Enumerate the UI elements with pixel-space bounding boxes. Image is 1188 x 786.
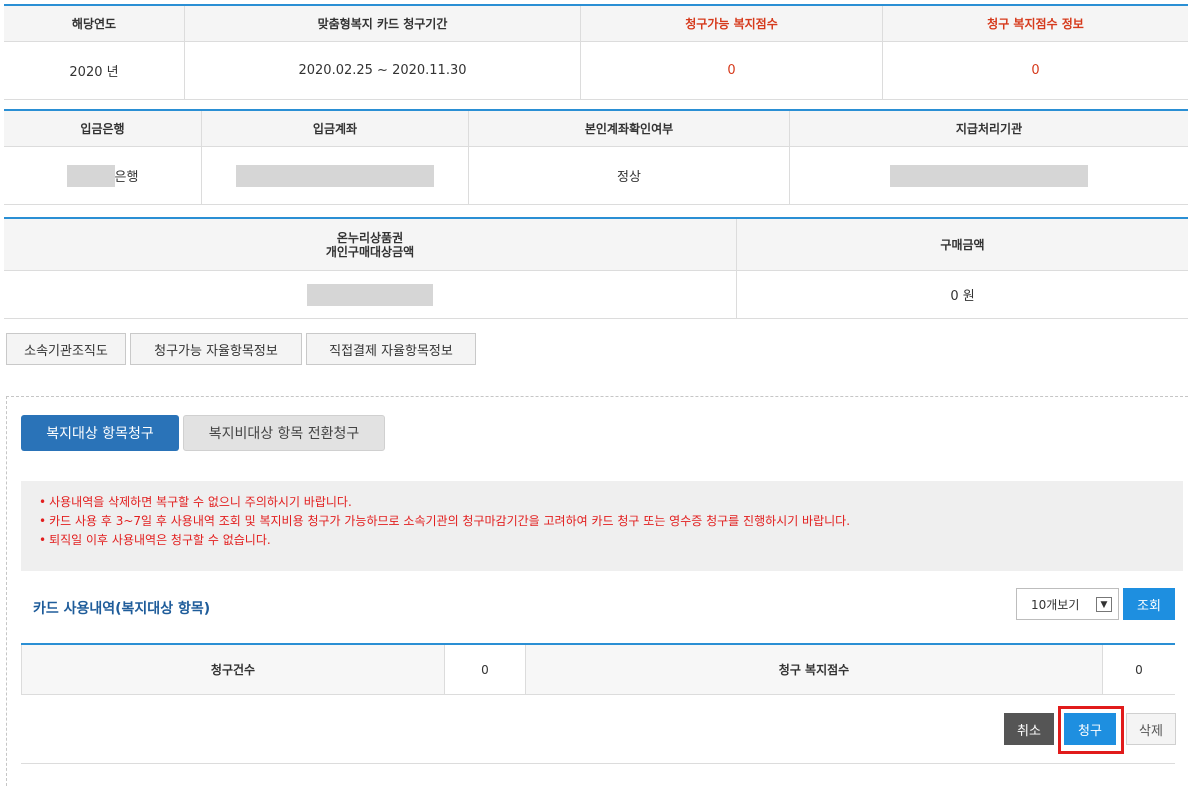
delete-button[interactable]: 삭제 <box>1126 713 1176 745</box>
header-claim-points-info: 청구 복지점수 정보 <box>987 17 1084 31</box>
voucher-table: 온누리상품권 개인구매대상금액 구매금액 0 원 <box>4 217 1188 319</box>
notice-box: • 사용내역을 삭제하면 복구할 수 없으니 주의하시기 바랍니다. • 카드 사용… <box>21 481 1183 571</box>
claim-summary-table: 청구건수 0 청구 복지점수 0 <box>21 643 1175 695</box>
header-claimable-points: 청구가능 복지점수 <box>581 6 883 41</box>
value-claim-period: 2020.02.25 ~ 2020.11.30 <box>185 42 581 99</box>
header-voucher-target: 온누리상품권 개인구매대상금액 <box>4 219 737 270</box>
claim-count-label: 청구건수 <box>21 645 445 694</box>
search-button[interactable]: 조회 <box>1123 588 1175 620</box>
masked-voucher-amount <box>307 283 433 306</box>
tab-welfare-items[interactable]: 복지대상 항목청구 <box>21 415 179 451</box>
header-account: 입금계좌 <box>202 111 469 146</box>
masked-bank-name <box>66 164 115 187</box>
claim-panel: 복지대상 항목청구 복지비대상 항목 전환청구 • 사용내역을 삭제하면 복구할 … <box>6 396 1188 786</box>
value-account-verification: 정상 <box>469 147 790 204</box>
header-year: 해당연도 <box>4 6 185 41</box>
claim-points-value: 0 <box>1135 662 1143 677</box>
bank-suffix: 은행 <box>114 170 139 185</box>
divider <box>21 763 1175 764</box>
value-payment-agency <box>790 147 1188 204</box>
header-account-verification: 본인계좌확인여부 <box>469 111 790 146</box>
account-table: 입금은행 입금계좌 본인계좌확인여부 지급처리기관 은행 정상 <box>4 109 1188 205</box>
value-bank: 은행 <box>4 147 202 204</box>
tab-non-welfare-items[interactable]: 복지비대상 항목 전환청구 <box>183 415 385 451</box>
masked-payment-agency <box>890 164 1088 187</box>
claim-button-highlight <box>1058 706 1124 754</box>
header-voucher-line2: 개인구매대상금액 <box>325 244 415 259</box>
page-size-select[interactable]: 10개보기 ▼ <box>1016 588 1119 620</box>
period-table: 해당연도 맞춤형복지 카드 청구기간 청구가능 복지점수 청구 복지점수 정보 … <box>4 4 1188 100</box>
value-voucher-target <box>4 271 737 318</box>
cancel-button[interactable]: 취소 <box>1004 713 1054 745</box>
direct-payment-items-button[interactable]: 직접결제 자율항목정보 <box>306 333 476 365</box>
bullet-icon: • <box>39 495 47 509</box>
header-claim-period: 맞춤형복지 카드 청구기간 <box>185 6 581 41</box>
masked-account-number <box>236 164 434 187</box>
claimable-items-button[interactable]: 청구가능 자율항목정보 <box>130 333 302 365</box>
value-claim-points-info: 0 <box>1031 63 1040 78</box>
notice-line: • 퇴직일 이후 사용내역은 청구할 수 없습니다. <box>39 533 271 547</box>
header-voucher-line1: 온누리상품권 <box>336 230 404 245</box>
claim-count-value: 0 <box>481 662 489 677</box>
bullet-icon: • <box>39 533 47 547</box>
notice-line: • 카드 사용 후 3~7일 후 사용내역 조회 및 복지비용 청구가 가능하므로… <box>39 514 851 528</box>
org-chart-button[interactable]: 소속기관조직도 <box>6 333 126 365</box>
value-purchase-amount: 0 원 <box>950 289 975 304</box>
bullet-icon: • <box>39 514 47 528</box>
chevron-down-icon[interactable]: ▼ <box>1096 597 1112 612</box>
value-account <box>202 147 469 204</box>
header-bank: 입금은행 <box>4 111 202 146</box>
header-purchase-amount: 구매금액 <box>940 238 985 252</box>
claim-points-label: 청구 복지점수 <box>525 645 1103 694</box>
page-size-value: 10개보기 <box>1031 597 1080 612</box>
notice-line: • 사용내역을 삭제하면 복구할 수 없으니 주의하시기 바랍니다. <box>39 495 352 509</box>
card-usage-title: 카드 사용내역(복지대상 항목) <box>33 601 211 617</box>
header-payment-agency: 지급처리기관 <box>955 122 1023 136</box>
value-year: 2020 년 <box>4 42 185 99</box>
value-claimable-points: 0 <box>581 42 883 99</box>
